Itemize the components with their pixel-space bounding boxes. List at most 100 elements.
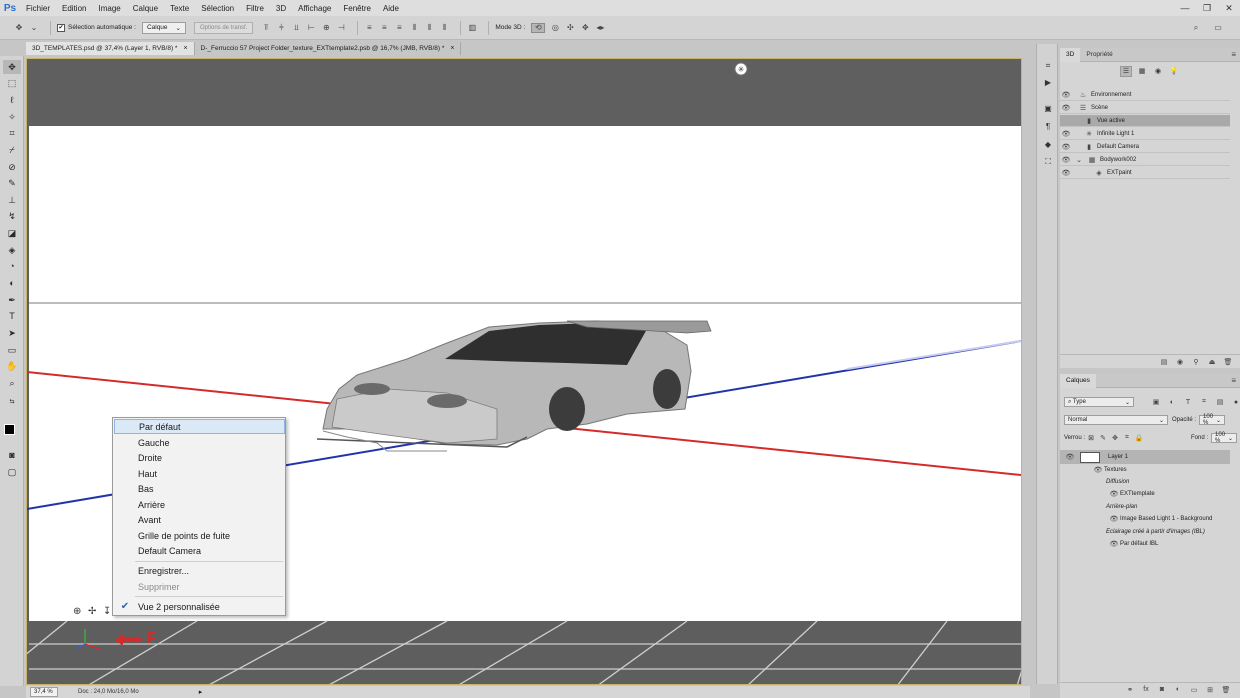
tab-calques[interactable]: Calques [1060, 373, 1096, 388]
swap-colors-icon[interactable]: ⇆ [3, 394, 21, 408]
orbit-3d-icon[interactable]: ⟲ [531, 22, 546, 33]
mesh-filter-icon[interactable]: ▦ [1136, 66, 1148, 77]
layer-sub-textures[interactable]: 👁 Textures [1060, 464, 1230, 476]
auto-select-checkbox[interactable]: ✔ [57, 23, 65, 32]
close-tab-icon[interactable]: × [450, 45, 454, 52]
layer-sub-exttemplate[interactable]: 👁 EXTtemplate [1060, 488, 1230, 500]
eye-icon[interactable]: 👁 [1108, 515, 1120, 523]
menu-item-enregistrer[interactable]: Enregistrer... [114, 563, 285, 578]
magic-wand-icon[interactable]: ✧ [3, 110, 21, 124]
eye-icon[interactable]: 👁 [1060, 130, 1072, 138]
minimize-button[interactable]: — [1174, 0, 1196, 16]
blur-tool-icon[interactable]: ◔ [3, 259, 21, 273]
blend-mode-dropdown[interactable]: Normal ⌄ [1064, 415, 1168, 425]
tree-row-bodywork[interactable]: 👁 ⌄ ▦ Bodywork002 [1060, 154, 1230, 166]
move-tool-icon[interactable]: ✥ [3, 60, 21, 74]
distribute-vcenter-icon[interactable]: ≡ [379, 23, 389, 33]
add-mask-icon[interactable]: ◙ [1154, 686, 1170, 693]
move-tool-icon[interactable]: ✥ [14, 23, 24, 33]
scene-filter-icon[interactable]: ☰ [1120, 65, 1132, 77]
menu-item-vue2[interactable]: ✔ Vue 2 personnalisée [114, 599, 285, 614]
eye-icon[interactable]: 👁 [1108, 490, 1120, 498]
panel-menu-icon[interactable]: ≡ [1231, 50, 1236, 59]
brush-tool-icon[interactable]: ✎ [3, 176, 21, 190]
eye-icon[interactable]: 👁 [1060, 91, 1072, 99]
swatches-panel-icon[interactable]: ◆ [1041, 138, 1055, 150]
menu-item-gauche[interactable]: Gauche [114, 435, 285, 450]
type-filter-icon[interactable]: T [1180, 399, 1196, 406]
chevron-down-icon[interactable]: ⌄ [1074, 156, 1084, 164]
distribute-bottom-icon[interactable]: ≡ [394, 23, 404, 33]
lock-transparency-icon[interactable]: ⊠ [1085, 434, 1097, 442]
eye-icon[interactable]: 👁 [1060, 156, 1072, 164]
menu-fenetre[interactable]: Fenêtre [337, 4, 377, 13]
eye-icon[interactable]: 👁 [1060, 143, 1072, 151]
dodge-tool-icon[interactable]: ◐ [3, 276, 21, 290]
slide-3d-icon[interactable]: ✥ [580, 23, 590, 33]
crop-tool-icon[interactable]: ⌗ [3, 126, 21, 140]
material-filter-icon[interactable]: ◉ [1152, 66, 1164, 77]
marquee-tool-icon[interactable]: ⬚ [3, 76, 21, 90]
distribute-right-icon[interactable]: ⦀ [439, 23, 449, 33]
actions-play-icon[interactable]: ▶ [1041, 76, 1055, 88]
opacity-field[interactable]: 100 % ⌄ [1199, 414, 1226, 426]
tab-propriete[interactable]: Propriété [1080, 48, 1118, 62]
eye-icon[interactable]: 👁 [1060, 453, 1080, 461]
menu-selection[interactable]: Sélection [195, 4, 240, 13]
menu-calque[interactable]: Calque [127, 4, 164, 13]
navigator-panel-icon[interactable]: ▣ [1041, 102, 1055, 114]
smart-filter-icon[interactable]: ▤ [1212, 398, 1228, 406]
light-filter-icon[interactable]: 💡 [1168, 66, 1180, 77]
menu-item-bas[interactable]: Bas [114, 481, 285, 496]
layer-sub-ibl-background[interactable]: 👁 Image Based Light 1 - Background [1060, 513, 1230, 525]
type-tool-icon[interactable]: T [3, 309, 21, 323]
history-panel-icon[interactable]: ⌗ [1041, 60, 1055, 72]
menu-aide[interactable]: Aide [377, 4, 405, 13]
lock-position-icon[interactable]: ✥ [1109, 434, 1121, 442]
eye-icon[interactable]: 👁 [1092, 466, 1104, 474]
hand-tool-icon[interactable]: ✋ [3, 359, 21, 373]
delete-icon[interactable]: 🗑 [1220, 358, 1236, 366]
menu-item-arriere[interactable]: Arrière [114, 497, 285, 512]
layer-row-layer1[interactable]: 👁 Layer 1 [1060, 450, 1230, 464]
new-group-icon[interactable]: ▭ [1186, 686, 1202, 694]
menu-edition[interactable]: Edition [56, 4, 92, 13]
adjustment-layer-icon[interactable]: ◐ [1170, 686, 1186, 693]
tree-row-environnement[interactable]: 👁 ♨ Environnement [1060, 89, 1230, 101]
align-right-icon[interactable]: ⊣ [336, 23, 346, 33]
link-layers-icon[interactable]: ⚭ [1122, 686, 1138, 694]
tree-row-infinite-light[interactable]: 👁 ✳ Infinite Light 1 [1060, 128, 1230, 140]
align-top-icon[interactable]: ⫪ [261, 23, 271, 33]
delete-layer-icon[interactable]: 🗑 [1218, 686, 1234, 694]
lock-artboard-icon[interactable]: ⌗ [1121, 434, 1133, 442]
pan-3d-icon[interactable]: ✣ [565, 23, 575, 33]
shape-filter-icon[interactable]: ⌗ [1196, 398, 1212, 406]
align-vcenter-icon[interactable]: ⫩ [276, 23, 286, 33]
menu-item-droite[interactable]: Droite [114, 450, 285, 465]
distribute-hcenter-icon[interactable]: ⦀ [424, 23, 434, 33]
distribute-left-icon[interactable]: ⦀ [409, 23, 419, 33]
adjustment-filter-icon[interactable]: ◐ [1164, 399, 1180, 406]
zoom-tool-icon[interactable]: ⌕ [3, 376, 21, 390]
transform-options-button[interactable]: Options de transf. [194, 21, 254, 34]
align-bottom-icon[interactable]: ⫫ [291, 23, 301, 33]
menu-texte[interactable]: Texte [164, 4, 195, 13]
roll-3d-icon[interactable]: ◎ [550, 23, 560, 33]
layer-sub-par-defaut-ibl[interactable]: 👁 Par défaut IBL [1060, 538, 1230, 550]
screen-mode-icon[interactable]: ▢ [3, 465, 21, 479]
path-select-icon[interactable]: ➤ [3, 326, 21, 340]
tab-ferruccio[interactable]: D-_Ferruccio 57 Project Folder_texture_E… [195, 42, 462, 55]
eraser-icon[interactable]: ◪ [3, 226, 21, 240]
fill-field[interactable]: 100 % ⌄ [1211, 432, 1238, 444]
filter-icon[interactable]: ▤ [1156, 358, 1172, 366]
align-left-icon[interactable]: ⊢ [306, 23, 316, 33]
auto-select-dropdown[interactable]: Calque ⌄ [141, 21, 186, 34]
tree-row-default-camera[interactable]: 👁 ▮ Default Camera [1060, 141, 1230, 153]
scale-3d-icon[interactable]: ◂▸ [595, 23, 605, 33]
healing-brush-icon[interactable]: ⊘ [3, 160, 21, 174]
menu-item-grille[interactable]: Grille de points de fuite [114, 528, 285, 543]
3d-panel-icon[interactable]: ⛶ [1041, 156, 1055, 168]
tab-3d[interactable]: 3D [1060, 47, 1081, 62]
new-layer-icon[interactable]: ⊞ [1202, 686, 1218, 694]
foreground-color-swatch[interactable] [4, 424, 15, 435]
